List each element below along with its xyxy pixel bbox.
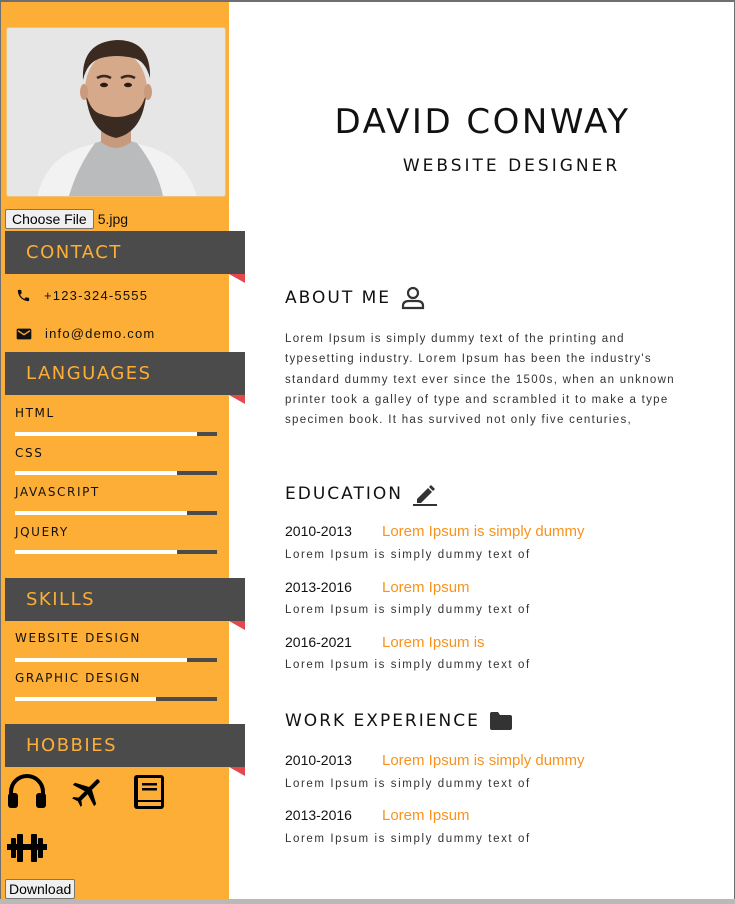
language-bar (15, 550, 217, 554)
book-icon (134, 775, 164, 809)
profile-photo (6, 27, 226, 197)
about-heading-label: ABOUT ME (285, 288, 392, 308)
education-heading: EDUCATION (285, 482, 437, 506)
pencil-icon (412, 485, 437, 506)
experience-year: 2010-2013 (285, 752, 352, 768)
language-name: HTML (15, 406, 55, 420)
education-desc: Lorem Ipsum is simply dummy text of (285, 604, 531, 616)
user-icon (401, 286, 425, 310)
about-text: Lorem Ipsum is simply dummy text of the … (285, 333, 675, 427)
folder-icon (489, 712, 512, 730)
skill-bar-fill (15, 658, 187, 662)
experience-heading: WORK EXPERIENCE (285, 711, 512, 731)
education-title: Lorem Ipsum (382, 579, 470, 596)
corner-fold (229, 767, 245, 776)
language-name: JQUERY (15, 525, 69, 539)
education-desc: Lorem Ipsum is simply dummy text of (285, 659, 531, 671)
file-upload: Choose File 5.jpg (5, 209, 128, 229)
language-bar (15, 471, 217, 475)
experience-year: 2013-2016 (285, 807, 352, 823)
corner-fold (229, 274, 245, 283)
hobbies-heading-label: HOBBIES (26, 735, 118, 756)
corner-fold (229, 621, 245, 630)
skill-name: GRAPHIC DESIGN (15, 671, 142, 685)
profile-title: WEBSITE DESIGNER (402, 156, 621, 176)
skill-name: WEBSITE DESIGN (15, 631, 142, 645)
language-name: CSS (15, 446, 44, 460)
education-heading-label: EDUCATION (285, 484, 403, 504)
skills-heading: SKILLS (5, 578, 245, 630)
phone-icon (17, 289, 30, 302)
language-bar-fill (15, 471, 177, 475)
email-text: info@demo.com (45, 326, 156, 341)
skill-bar-fill (15, 697, 157, 701)
about-heading: ABOUT ME (285, 286, 425, 310)
language-name: JAVASCRIPT (15, 485, 100, 499)
corner-fold (229, 395, 245, 404)
education-desc: Lorem Ipsum is simply dummy text of (285, 549, 531, 561)
download-button[interactable]: Download (5, 879, 76, 899)
language-bar (15, 511, 217, 515)
experience-desc: Lorem Ipsum is simply dummy text of (285, 833, 531, 845)
language-bar-fill (15, 550, 177, 554)
education-year: 2016-2021 (285, 634, 352, 650)
choose-file-button[interactable]: Choose File (5, 209, 94, 229)
dumbbell-icon (7, 834, 47, 862)
mail-icon (16, 328, 32, 339)
file-name: 5.jpg (97, 211, 129, 227)
language-bar-fill (15, 432, 197, 436)
skill-bar (15, 697, 217, 701)
education-year: 2010-2013 (285, 523, 352, 539)
profile-name: DAVID CONWAY (334, 102, 631, 142)
contact-heading: CONTACT (5, 231, 245, 283)
contact-phone: +123-324-5555 (16, 288, 148, 303)
experience-desc: Lorem Ipsum is simply dummy text of (285, 778, 531, 790)
skills-heading-label: SKILLS (26, 589, 96, 610)
experience-title: Lorem Ipsum is simply dummy (382, 752, 585, 769)
contact-email: info@demo.com (16, 326, 155, 341)
education-year: 2013-2016 (285, 579, 352, 595)
phone-text: +123-324-5555 (44, 288, 149, 303)
skill-bar (15, 658, 217, 662)
headphones-icon (8, 774, 46, 808)
education-title: Lorem Ipsum is simply dummy (382, 523, 585, 540)
sidebar: Choose File 5.jpg CONTACT +123-324-5555 … (1, 2, 245, 900)
experience-title: Lorem Ipsum (382, 807, 470, 824)
languages-heading: LANGUAGES (5, 352, 245, 404)
resume-page: Choose File 5.jpg CONTACT +123-324-5555 … (0, 0, 735, 901)
airplane-icon (72, 779, 100, 807)
language-bar (15, 432, 217, 436)
language-bar-fill (15, 511, 187, 515)
education-title: Lorem Ipsum is (382, 634, 485, 651)
hobbies-heading: HOBBIES (5, 724, 245, 776)
experience-heading-label: WORK EXPERIENCE (285, 711, 480, 731)
languages-heading-label: LANGUAGES (26, 363, 152, 384)
contact-heading-label: CONTACT (26, 242, 122, 263)
page-bottom-edge (0, 899, 735, 904)
